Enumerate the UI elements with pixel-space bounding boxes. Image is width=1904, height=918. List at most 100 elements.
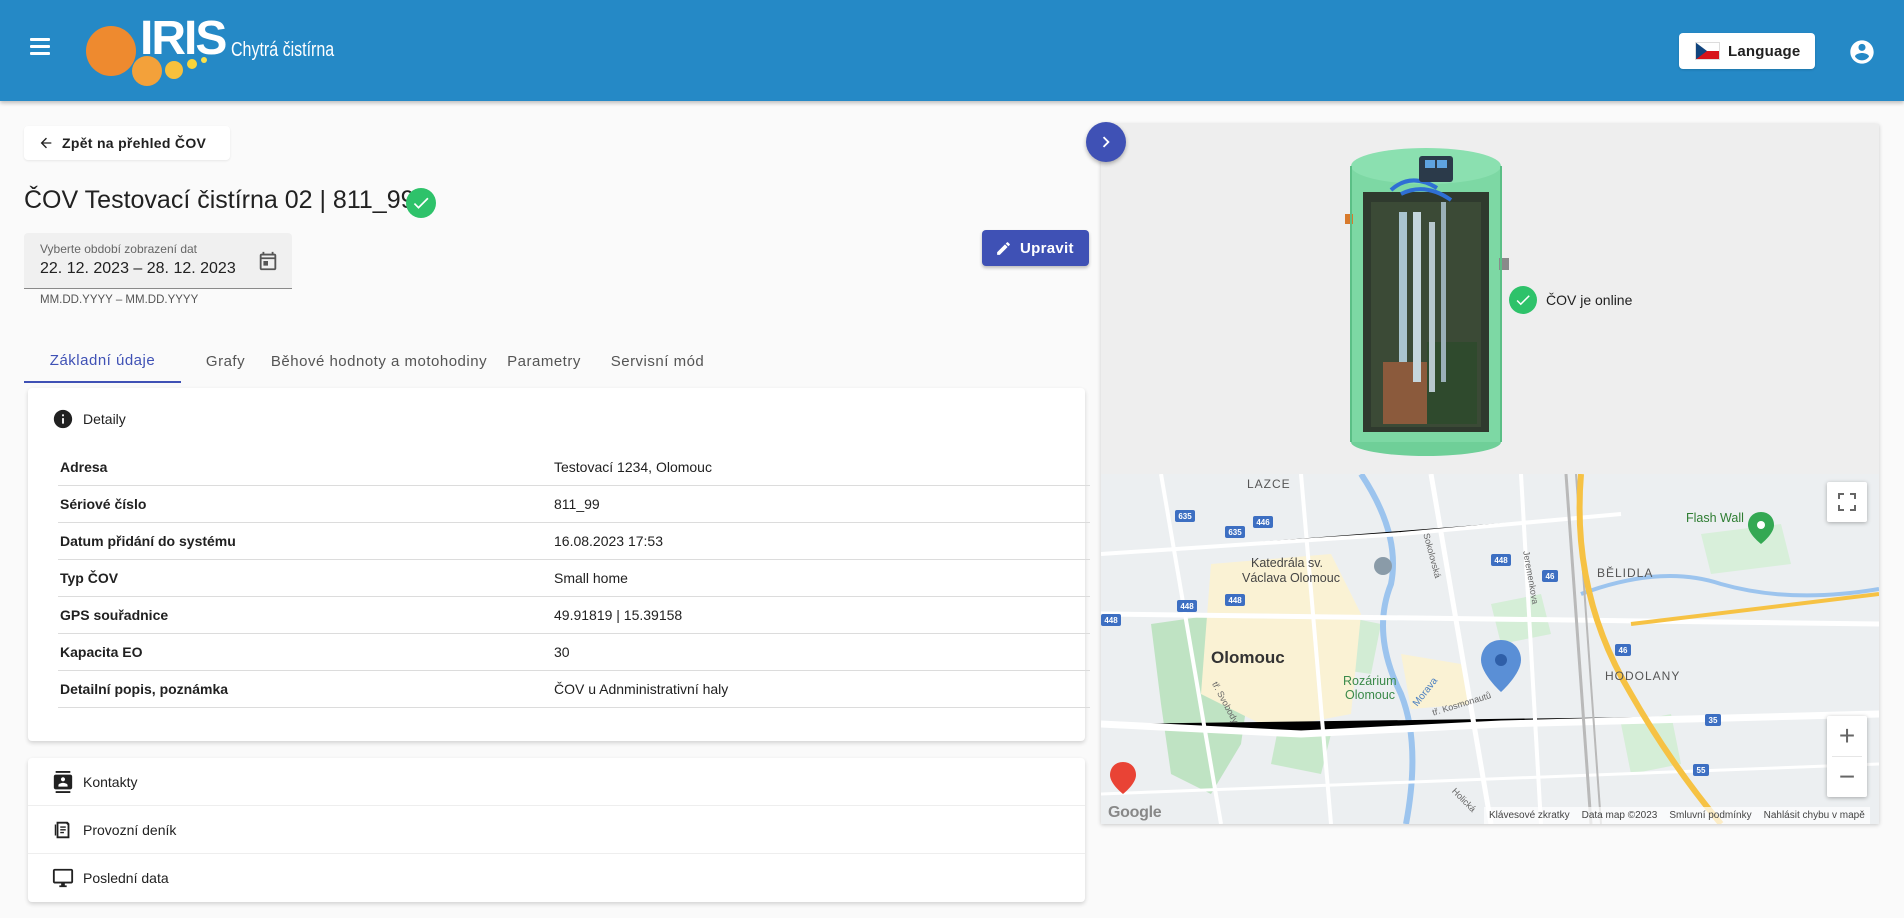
detail-value: ČOV u Adnministrativní haly xyxy=(554,681,729,697)
monitor-icon xyxy=(52,868,74,888)
chevron-right-icon xyxy=(1102,136,1110,148)
tab-behove-hodnoty[interactable]: Běhové hodnoty a motohodiny xyxy=(270,340,488,383)
iris-logo[interactable]: IRIS Chytrá čistírna xyxy=(86,12,334,90)
wastewater-tank-illustration xyxy=(1345,148,1509,456)
online-status: ČOV je online xyxy=(1509,286,1632,314)
edit-label: Upravit xyxy=(1020,239,1074,257)
language-button[interactable]: Language xyxy=(1679,33,1815,69)
section-label: Kontakty xyxy=(83,773,138,790)
tab-parametry[interactable]: Parametry xyxy=(488,340,600,383)
map-label-katedrala-2: Václava Olomouc xyxy=(1242,571,1340,585)
date-range-field[interactable]: Vyberte období zobrazení dat 22. 12. 202… xyxy=(24,233,292,289)
page-title: ČOV Testovací čistírna 02 | 811_99 xyxy=(24,186,415,214)
detail-key: Sériové číslo xyxy=(60,496,147,512)
sections-accordion: Kontakty Provozní deník Poslední data xyxy=(28,758,1085,902)
road-number: 448 xyxy=(1228,596,1242,605)
tab-bar: Základní údaje Grafy Běhové hodnoty a mo… xyxy=(24,340,715,383)
map-label-rozarium: Rozárium xyxy=(1343,674,1397,688)
logo-text: IRIS xyxy=(140,12,227,65)
detail-key: Adresa xyxy=(60,459,108,475)
detail-value: Small home xyxy=(554,570,628,586)
back-to-overview-button[interactable]: Zpět na přehled ČOV xyxy=(24,126,230,160)
journal-icon xyxy=(54,821,70,838)
fullscreen-icon xyxy=(1838,493,1856,511)
map-footer-link[interactable]: Smluvní podmínky xyxy=(1669,810,1751,821)
section-label: Poslední data xyxy=(83,870,169,886)
road-number: 46 xyxy=(1546,572,1555,581)
map-label-lazce: LAZCE xyxy=(1247,477,1291,491)
detail-value: 16.08.2023 17:53 xyxy=(554,533,663,549)
detail-value: 811_99 xyxy=(554,496,600,512)
detail-key: Datum přidání do systému xyxy=(60,533,236,549)
app-bar: IRIS Chytrá čistírna Language xyxy=(0,0,1904,101)
map-footer: Klávesové zkratky Data map ©2023 Smluvní… xyxy=(1484,807,1870,824)
location-map[interactable]: 635 635 446 448 448 448 448 46 46 35 55 … xyxy=(1101,474,1879,824)
arrow-back-icon xyxy=(40,137,52,149)
expand-panel-button[interactable] xyxy=(1086,122,1126,162)
pencil-icon xyxy=(997,241,1010,255)
tank-visual-area: ČOV je online xyxy=(1101,124,1879,474)
detail-value: Testovací 1234, Olomouc xyxy=(554,459,712,475)
czech-flag-icon xyxy=(1695,42,1720,60)
road-number: 635 xyxy=(1228,528,1242,537)
table-row: Typ ČOV Small home xyxy=(58,560,1090,597)
table-row: Adresa Testovací 1234, Olomouc xyxy=(58,449,1090,486)
table-row: Datum přidání do systému 16.08.2023 17:5… xyxy=(58,523,1090,560)
road-number: 635 xyxy=(1178,512,1192,521)
date-format-hint: MM.DD.YYYY – MM.DD.YYYY xyxy=(40,294,199,306)
account-circle-icon[interactable] xyxy=(1848,38,1876,66)
online-status-label: ČOV je online xyxy=(1546,292,1633,308)
date-range-label: Vyberte období zobrazení dat xyxy=(40,242,197,256)
check-circle-icon xyxy=(406,188,436,218)
tab-zakladni-udaje[interactable]: Základní údaje xyxy=(24,340,181,383)
detail-key: Typ ČOV xyxy=(60,570,119,586)
map-footer-link[interactable]: Nahlásit chybu v mapě xyxy=(1764,810,1865,821)
calendar-icon[interactable] xyxy=(257,250,279,272)
detail-value: 30 xyxy=(554,644,570,660)
road-number: 35 xyxy=(1709,716,1718,725)
check-circle-icon xyxy=(1509,286,1537,314)
road-number: 448 xyxy=(1180,602,1194,611)
edit-button[interactable]: Upravit xyxy=(982,230,1089,266)
section-label: Provozní deník xyxy=(83,821,177,838)
date-range-value[interactable]: 22. 12. 2023 – 28. 12. 2023 xyxy=(40,260,236,278)
menu-icon[interactable] xyxy=(24,30,56,62)
map-label-katedrala: Katedrála sv. xyxy=(1251,556,1324,570)
table-row: Kapacita EO 30 xyxy=(58,634,1090,671)
tab-servisni-mod[interactable]: Servisní mód xyxy=(600,340,715,383)
map-label-flash-wall: Flash Wall xyxy=(1686,511,1744,525)
map-label-belidla: BĚLIDLA xyxy=(1597,566,1654,580)
detail-key: Kapacita EO xyxy=(60,644,143,660)
map-label-hodolany: HODOLANY xyxy=(1605,669,1681,683)
info-icon xyxy=(53,409,73,429)
road-number: 46 xyxy=(1619,646,1628,655)
details-heading: Detaily xyxy=(83,411,126,427)
details-card: Detaily Adresa Testovací 1234, Olomouc S… xyxy=(28,388,1090,741)
section-kontakty[interactable]: Kontakty xyxy=(28,758,1085,806)
road-number: 448 xyxy=(1104,616,1118,625)
map-footer-link[interactable]: Klávesové zkratky xyxy=(1489,810,1570,821)
details-table: Adresa Testovací 1234, Olomouc Sériové č… xyxy=(58,449,1090,708)
detail-key: Detailní popis, poznámka xyxy=(60,681,229,697)
section-posledni-data[interactable]: Poslední data xyxy=(28,854,1085,902)
map-zoom-control: + − xyxy=(1827,716,1867,797)
tab-grafy[interactable]: Grafy xyxy=(181,340,270,383)
table-row: Sériové číslo 811_99 xyxy=(58,486,1090,523)
road-number: 55 xyxy=(1697,766,1706,775)
map-footer-link: Data map ©2023 xyxy=(1581,810,1658,821)
zoom-out-button[interactable]: − xyxy=(1827,757,1867,797)
zoom-in-button[interactable]: + xyxy=(1827,716,1867,756)
table-row: Detailní popis, poznámka ČOV u Adnminist… xyxy=(58,671,1090,708)
section-provozni-denik[interactable]: Provozní deník xyxy=(28,806,1085,854)
map-fullscreen-button[interactable] xyxy=(1827,482,1867,522)
map-label-rozarium-2: Olomouc xyxy=(1345,688,1396,702)
details-header[interactable]: Detaily xyxy=(52,408,126,430)
map-label-city: Olomouc xyxy=(1211,648,1285,667)
road-number: 446 xyxy=(1256,518,1270,527)
contact-card-icon xyxy=(53,770,73,793)
detail-value: 49.91819 | 15.39158 xyxy=(554,607,683,623)
language-label: Language xyxy=(1728,42,1801,60)
back-label: Zpět na přehled ČOV xyxy=(62,135,207,151)
detail-key: GPS souřadnice xyxy=(60,607,169,623)
road-number: 448 xyxy=(1494,556,1508,565)
